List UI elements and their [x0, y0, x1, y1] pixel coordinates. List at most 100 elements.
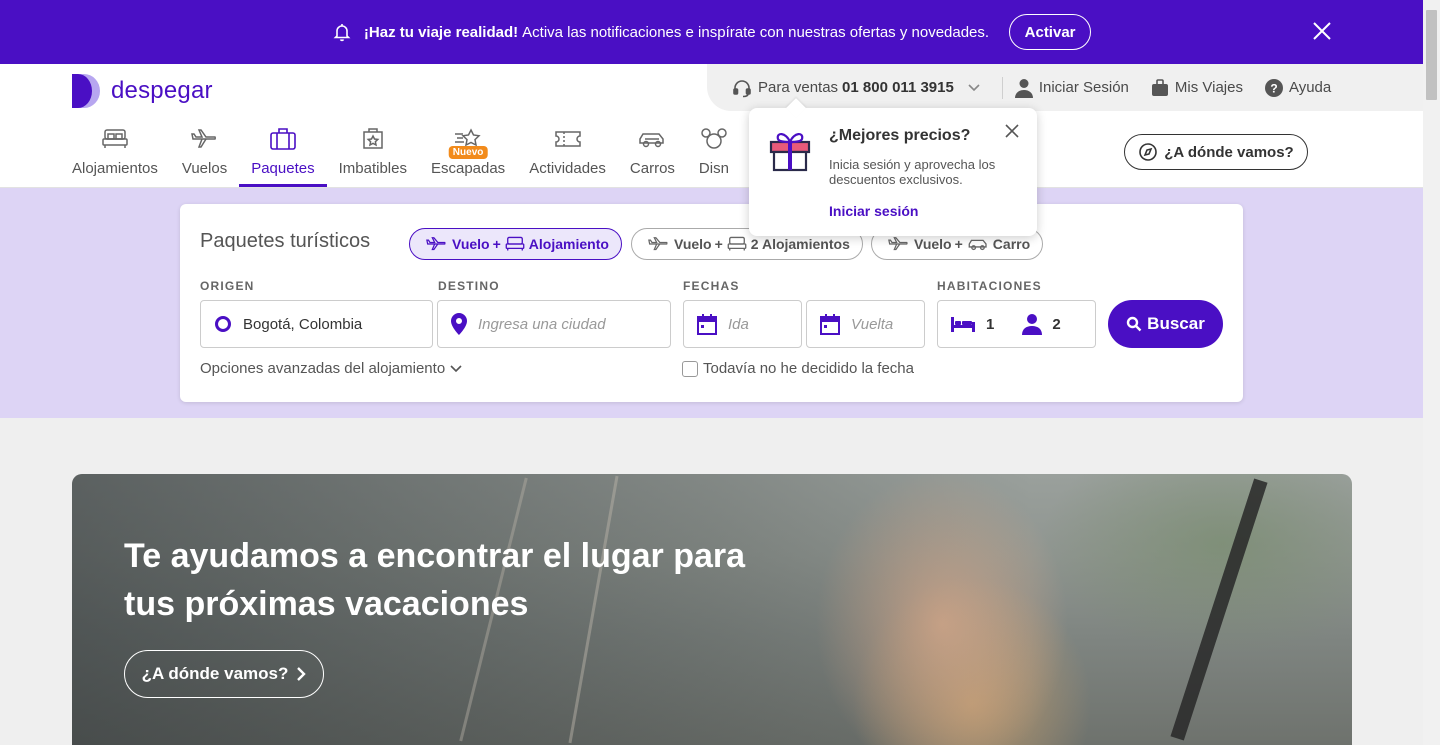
- close-banner-icon[interactable]: [1311, 20, 1333, 42]
- pill-part-a: Vuelo: [914, 236, 952, 252]
- tab-label: Paquetes: [251, 160, 315, 177]
- tab-label: Actividades: [529, 160, 606, 177]
- rooms-count: 1: [986, 315, 995, 333]
- login-label: Iniciar Sesión: [1038, 79, 1129, 96]
- pill-part-a: Vuelo: [674, 236, 712, 252]
- tab-label: Escapadas: [430, 160, 506, 177]
- plane-icon: [190, 129, 216, 148]
- banner-text: Activa las notificaciones e inspírate co…: [522, 23, 990, 41]
- depart-date-input[interactable]: [728, 315, 788, 333]
- login-link[interactable]: Iniciar Sesión: [1014, 78, 1129, 98]
- chevron-down-icon: [450, 364, 462, 372]
- depart-date-field[interactable]: [683, 300, 802, 348]
- my-trips-link[interactable]: Mis Viajes: [1151, 78, 1243, 97]
- bell-icon: [332, 22, 352, 42]
- tab-imbatibles[interactable]: Imbatibles: [327, 120, 419, 187]
- bed-icon: [951, 317, 975, 332]
- sales-phone-dropdown[interactable]: Para ventas 01 800 011 3915: [732, 78, 986, 98]
- undecided-date-option[interactable]: Todavía no he decidido la fecha: [682, 360, 914, 377]
- tab-escapadas[interactable]: Nuevo Escapadas: [419, 120, 517, 187]
- tab-label: Carros: [629, 160, 675, 177]
- compass-icon: [1139, 143, 1158, 161]
- car-icon: [639, 133, 665, 148]
- calendar-icon: [697, 314, 717, 335]
- sales-label: Para ventas: [758, 79, 839, 96]
- search-icon: [1126, 316, 1142, 332]
- sales-phone: 01 800 011 3915: [842, 79, 954, 96]
- svg-text:?: ?: [1270, 81, 1277, 95]
- destination-label: DESTINO: [438, 279, 500, 293]
- help-icon: ?: [1264, 78, 1283, 97]
- plane-icon: [648, 237, 668, 251]
- search-title: Paquetes turísticos: [200, 230, 371, 252]
- hero-where-to-button[interactable]: ¿A dónde vamos?: [124, 650, 324, 698]
- pill-part-b: Alojamiento: [528, 236, 609, 252]
- bed-icon: [727, 236, 747, 251]
- origin-circle-icon: [215, 316, 231, 332]
- tab-vuelos[interactable]: Vuelos: [170, 120, 239, 187]
- dates-label: FECHAS: [683, 279, 740, 293]
- pill-part-a: Vuelo: [452, 236, 490, 252]
- tab-actividades[interactable]: Actividades: [517, 120, 618, 187]
- origin-label: ORIGEN: [200, 279, 255, 293]
- chevron-right-icon: [297, 667, 307, 681]
- scrollbar-thumb[interactable]: [1426, 10, 1437, 100]
- return-date-input[interactable]: [851, 315, 911, 333]
- where-to-button[interactable]: ¿A dónde vamos?: [1124, 134, 1308, 170]
- ticket-icon: [554, 131, 581, 147]
- people-count: 2: [1052, 315, 1061, 333]
- tab-carros[interactable]: Carros: [618, 120, 687, 187]
- popover-login-link[interactable]: Iniciar sesión: [829, 203, 918, 219]
- tab-label: Vuelos: [181, 160, 228, 177]
- tab-alojamientos[interactable]: Alojamientos: [60, 120, 170, 187]
- my-trips-label: Mis Viajes: [1174, 79, 1243, 96]
- notification-banner: ¡Haz tu viaje realidad! Activa las notif…: [0, 0, 1423, 64]
- login-promo-popover: ¿Mejores precios? Inicia sesión y aprove…: [749, 108, 1037, 236]
- pill-plus: +: [954, 236, 963, 252]
- origin-field[interactable]: Bogotá, Colombia: [200, 300, 433, 348]
- header: despegar Para ventas 01 800 011 3915 Ini…: [0, 64, 1423, 188]
- page-scrollbar[interactable]: [1423, 0, 1440, 745]
- origin-value: Bogotá, Colombia: [243, 315, 363, 333]
- rooms-guests-field[interactable]: 1 2: [937, 300, 1096, 348]
- person-icon: [1022, 314, 1043, 335]
- undecided-date-checkbox[interactable]: [682, 360, 698, 377]
- pill-flight-hotel[interactable]: Vuelo + Alojamiento: [409, 228, 622, 260]
- hero-title: Te ayudamos a encontrar el lugar para tu…: [124, 537, 746, 623]
- pill-part-b: 2 Alojamientos: [750, 236, 850, 252]
- tab-paquetes[interactable]: Paquetes: [239, 120, 327, 187]
- gift-icon: [769, 133, 811, 172]
- suitcase-icon: [270, 128, 296, 150]
- tab-label: Disn: [698, 160, 729, 177]
- help-label: Ayuda: [1288, 79, 1332, 96]
- activate-notifications-button[interactable]: Activar: [1009, 14, 1092, 50]
- advanced-options-toggle[interactable]: Opciones avanzadas del alojamiento: [200, 360, 462, 377]
- deal-icon: [363, 128, 383, 149]
- logo-icon: [72, 74, 100, 108]
- luggage-icon: [1151, 78, 1168, 96]
- tab-disney[interactable]: Disn: [687, 120, 741, 187]
- banner-headline: ¡Haz tu viaje realidad!: [363, 23, 519, 41]
- plane-icon: [426, 237, 446, 251]
- mouse-icon: [701, 128, 727, 149]
- where-to-label: ¿A dónde vamos?: [1164, 143, 1294, 161]
- car-icon: [968, 239, 987, 251]
- help-link[interactable]: ? Ayuda: [1264, 78, 1332, 97]
- destination-input[interactable]: [478, 315, 628, 333]
- divider: [1001, 76, 1003, 99]
- chevron-down-icon: [968, 83, 980, 91]
- product-nav: Alojamientos Vuelos Paquetes Imbatibles …: [60, 120, 741, 187]
- top-utility-bar: Para ventas 01 800 011 3915 Iniciar Sesi…: [707, 64, 1423, 111]
- destination-field[interactable]: [437, 300, 671, 348]
- search-button[interactable]: Buscar: [1108, 300, 1223, 348]
- new-badge: Nuevo: [448, 146, 488, 159]
- return-date-field[interactable]: [806, 300, 925, 348]
- headset-icon: [733, 79, 751, 97]
- undecided-date-label: Todavía no he decidido la fecha: [703, 360, 914, 377]
- pill-plus: +: [714, 236, 723, 252]
- close-popover-icon[interactable]: [1005, 124, 1019, 138]
- brand-logo[interactable]: despegar: [72, 74, 213, 108]
- tab-label: Alojamientos: [72, 160, 158, 177]
- popover-text: Inicia sesión y aprovecha los descuentos…: [829, 157, 996, 187]
- pill-plus: +: [492, 236, 501, 252]
